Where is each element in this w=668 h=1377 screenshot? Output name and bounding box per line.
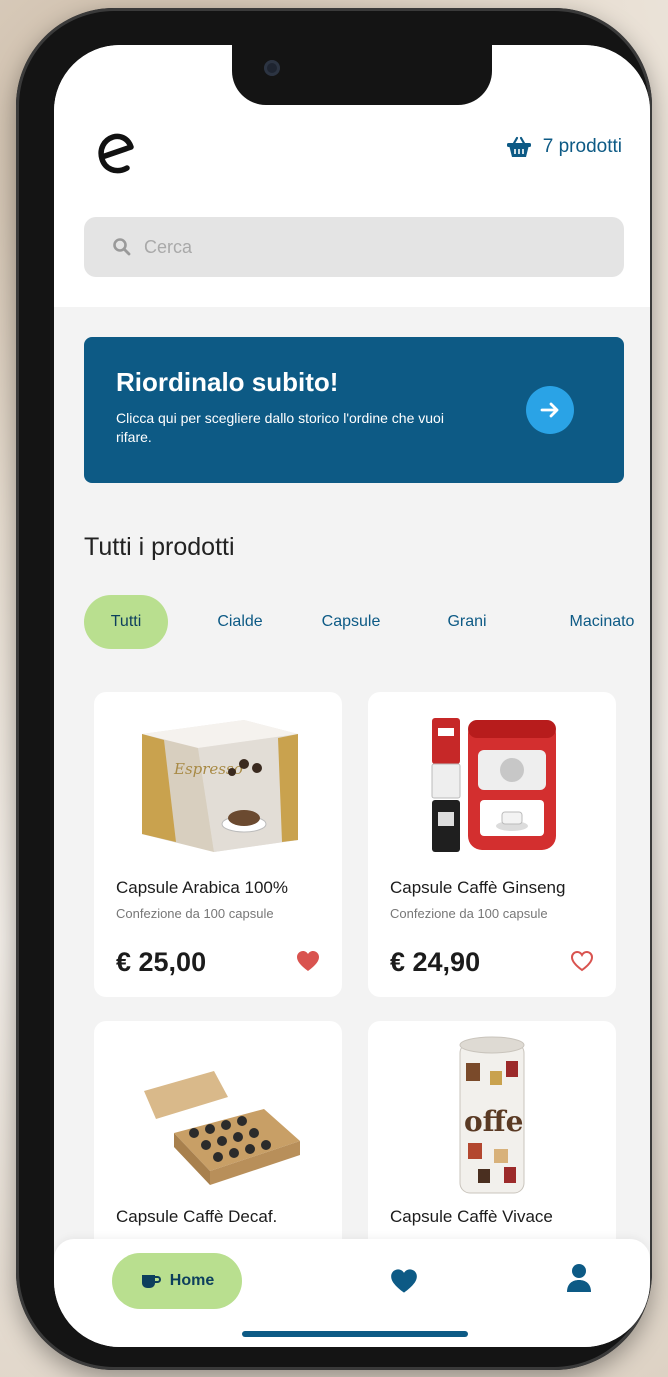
product-description: Confezione da 100 capsule xyxy=(390,906,548,921)
promo-text: Clicca qui per scegliere dallo storico l… xyxy=(116,410,444,445)
product-image-coffee-can: offe xyxy=(459,1036,525,1194)
product-name: Capsule Arabica 100% xyxy=(116,878,289,897)
front-camera xyxy=(264,60,280,76)
product-name: Capsule Caffè Decaf. xyxy=(116,1207,278,1226)
promo-arrow-button[interactable] xyxy=(526,386,574,434)
brand-logo[interactable] xyxy=(94,131,140,177)
reorder-banner[interactable]: Riordinalo subito! Clicca qui per scegli… xyxy=(84,337,624,483)
search-placeholder: Cerca xyxy=(144,236,193,257)
product-name: Capsule Caffè Ginseng xyxy=(390,878,566,897)
heart-outline-icon[interactable] xyxy=(570,950,594,972)
category-tabs: Tutti Cialde Capsule Grani Macinato xyxy=(84,595,650,649)
heart-filled-icon[interactable] xyxy=(296,950,320,972)
search-input[interactable]: Cerca xyxy=(84,217,624,277)
cart-count-label: 7 prodotti xyxy=(542,136,622,157)
product-card[interactable]: Espresso Capsule Arabica 100% Confezione… xyxy=(94,692,342,997)
bottom-navigation: Home xyxy=(54,1239,650,1347)
nav-home-label: Home xyxy=(169,1272,215,1289)
product-description: Confezione da 100 capsule xyxy=(116,906,274,921)
tab-grani[interactable]: Grani xyxy=(432,595,502,649)
product-image-red-tin xyxy=(431,718,556,852)
product-image-open-box xyxy=(144,1071,300,1185)
app-screen: 7 prodotti Cerca Riordinalo subito! Clic… xyxy=(54,45,650,1347)
basket-icon xyxy=(506,136,531,157)
product-name: Capsule Caffè Vivace xyxy=(390,1207,553,1226)
heart-nav-icon[interactable] xyxy=(390,1268,418,1294)
tab-capsule[interactable]: Capsule xyxy=(306,595,396,649)
promo-title: Riordinalo subito! xyxy=(116,367,339,397)
nav-home-button[interactable]: Home xyxy=(112,1253,242,1309)
section-title: Tutti i prodotti xyxy=(84,533,235,561)
search-icon xyxy=(113,238,131,256)
arrow-right-icon xyxy=(540,402,559,418)
product-card[interactable]: Capsule Caffè Ginseng Confezione da 100 … xyxy=(368,692,616,997)
svg-text:offe: offe xyxy=(464,1105,523,1138)
coffee-cup-icon xyxy=(141,1275,161,1288)
user-profile-icon[interactable] xyxy=(566,1263,592,1293)
cart-button[interactable]: 7 prodotti xyxy=(505,135,622,159)
tab-tutti[interactable]: Tutti xyxy=(84,595,168,649)
product-price: € 25,00 xyxy=(116,947,207,977)
tab-cialde[interactable]: Cialde xyxy=(200,595,280,649)
home-indicator xyxy=(242,1331,468,1337)
phone-frame: 7 prodotti Cerca Riordinalo subito! Clic… xyxy=(16,8,652,1370)
product-image-espresso-box: Espresso xyxy=(142,720,298,852)
tab-macinato[interactable]: Macinato xyxy=(554,595,650,649)
product-price: € 24,90 xyxy=(390,947,481,977)
